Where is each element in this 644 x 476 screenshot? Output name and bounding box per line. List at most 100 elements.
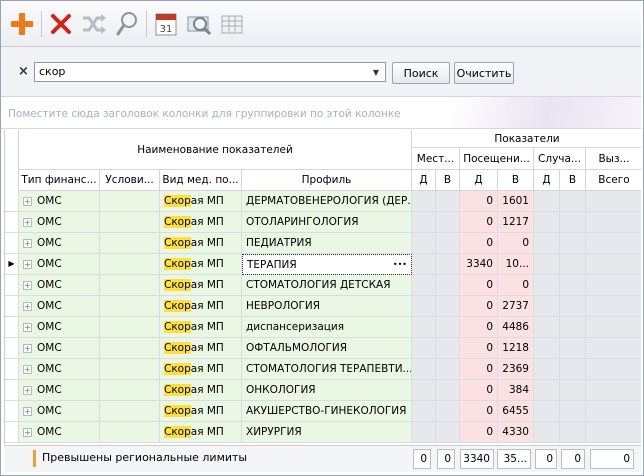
cell-value[interactable] <box>412 380 436 401</box>
add-button[interactable] <box>7 9 37 39</box>
cell-value[interactable]: 4486 <box>498 317 534 338</box>
cell-value[interactable] <box>534 359 560 380</box>
table-row[interactable]: + ОМС Скорая МП ОФТАЛЬМОЛОГИЯ 0 1218 <box>5 338 641 359</box>
row-indicator[interactable] <box>5 317 19 338</box>
expand-icon[interactable]: + <box>23 280 32 290</box>
cell-value[interactable] <box>560 254 586 275</box>
cell-value[interactable] <box>436 317 460 338</box>
sub-band-header[interactable]: Посещени... <box>460 148 534 170</box>
row-indicator[interactable] <box>5 212 19 233</box>
cell-fin-type[interactable]: + ОМС <box>19 296 100 317</box>
cell-value[interactable] <box>534 338 560 359</box>
sub-band-header[interactable]: Выз... <box>586 148 641 170</box>
cell-value[interactable]: 384 <box>498 380 534 401</box>
table-row[interactable]: + ОМС Скорая МП НЕВРОЛОГИЯ 0 2737 <box>5 296 641 317</box>
cell-fin-type[interactable]: + ОМС <box>19 422 100 443</box>
row-indicator[interactable] <box>5 275 19 296</box>
cell-value[interactable] <box>412 275 436 296</box>
table-row[interactable]: + ОМС Скорая МП ОНКОЛОГИЯ 0 384 <box>5 380 641 401</box>
cell-value[interactable] <box>586 296 641 317</box>
cell-value[interactable] <box>586 338 641 359</box>
cell-value[interactable] <box>534 422 560 443</box>
cell-value[interactable]: 3340 <box>460 254 498 275</box>
cell-value[interactable] <box>534 380 560 401</box>
cell-value[interactable] <box>436 191 460 212</box>
cell-care-type[interactable]: Скорая МП <box>160 254 242 275</box>
cell-value[interactable] <box>100 296 160 317</box>
cell-care-type[interactable]: Скорая МП <box>160 422 242 443</box>
cell-value[interactable] <box>412 422 436 443</box>
cell-fin-type[interactable]: + ОМС <box>19 359 100 380</box>
cell-value[interactable] <box>100 359 160 380</box>
cell-care-type[interactable]: Скорая МП <box>160 212 242 233</box>
ellipsis-button[interactable]: ••• <box>393 255 407 274</box>
row-indicator[interactable] <box>5 338 19 359</box>
column-header-care-type[interactable]: Вид мед. по... <box>160 170 242 191</box>
table-row[interactable]: + ОМС Скорая МП СТОМАТОЛОГИЯ ДЕТСКАЯ 0 0 <box>5 275 641 296</box>
cell-value[interactable] <box>412 401 436 422</box>
close-search-icon[interactable]: × <box>18 64 29 79</box>
cell-value[interactable] <box>586 275 641 296</box>
table-row[interactable]: + ОМС Скорая МП АКУШЕРСТВО-ГИНЕКОЛОГИЯ 0 6455 <box>5 401 641 422</box>
clear-button[interactable]: Очистить <box>454 62 514 84</box>
cell-value[interactable] <box>534 191 560 212</box>
cell-value[interactable] <box>586 233 641 254</box>
cell-value[interactable] <box>586 212 641 233</box>
cell-care-type[interactable]: Скорая МП <box>160 233 242 254</box>
row-indicator[interactable] <box>5 359 19 380</box>
cell-profile[interactable]: СТОМАТОЛОГИЯ ТЕРАПЕВТИ... <box>242 359 412 380</box>
cell-value[interactable]: 0 <box>460 422 498 443</box>
expand-icon[interactable]: + <box>23 217 32 227</box>
cell-value[interactable] <box>534 212 560 233</box>
cell-value[interactable] <box>560 401 586 422</box>
cell-value[interactable] <box>560 338 586 359</box>
cell-value[interactable] <box>586 191 641 212</box>
cell-value[interactable] <box>100 401 160 422</box>
cell-fin-type[interactable]: + ОМС <box>19 212 100 233</box>
cell-value[interactable] <box>436 212 460 233</box>
cell-value[interactable] <box>412 338 436 359</box>
cell-value[interactable]: 0 <box>460 212 498 233</box>
table-row[interactable]: + ОМС Скорая МП ДЕРМАТОВЕНЕРОЛОГИЯ (ДЕР... 0… <box>5 191 641 212</box>
cell-care-type[interactable]: Скорая МП <box>160 401 242 422</box>
cell-value[interactable] <box>560 296 586 317</box>
cell-value[interactable] <box>412 212 436 233</box>
cell-care-type[interactable]: Скорая МП <box>160 191 242 212</box>
cell-value[interactable] <box>586 359 641 380</box>
cell-value[interactable]: 0 <box>460 191 498 212</box>
table-row[interactable]: ▶ + ОМС Скорая МП ТЕРАПИЯ ••• 3340 10... <box>5 254 641 275</box>
cell-value[interactable]: 1217 <box>498 212 534 233</box>
cell-value[interactable] <box>436 275 460 296</box>
expand-icon[interactable]: + <box>23 364 32 374</box>
cell-value[interactable] <box>100 233 160 254</box>
chevron-down-icon[interactable]: ▼ <box>369 64 383 80</box>
row-indicator[interactable] <box>5 401 19 422</box>
table-row[interactable]: + ОМС Скорая МП ПЕДИАТРИЯ 0 0 <box>5 233 641 254</box>
cell-value[interactable] <box>412 359 436 380</box>
cell-value[interactable]: 0 <box>460 296 498 317</box>
cell-value[interactable] <box>560 212 586 233</box>
cell-value[interactable] <box>412 317 436 338</box>
row-indicator[interactable]: ▶ <box>5 254 19 275</box>
cell-profile[interactable]: ДЕРМАТОВЕНЕРОЛОГИЯ (ДЕР... <box>242 191 412 212</box>
cell-value[interactable] <box>534 296 560 317</box>
cell-value[interactable] <box>100 275 160 296</box>
cell-value[interactable] <box>586 317 641 338</box>
cell-fin-type[interactable]: + ОМС <box>19 275 100 296</box>
cell-profile[interactable]: ОТОЛАРИНГОЛОГИЯ <box>242 212 412 233</box>
sub-band-header[interactable]: Случа... <box>534 148 586 170</box>
cell-value[interactable] <box>100 380 160 401</box>
column-header-d[interactable]: Д <box>534 170 560 191</box>
expand-icon[interactable]: + <box>23 196 32 206</box>
cell-fin-type[interactable]: + ОМС <box>19 317 100 338</box>
cell-value[interactable] <box>100 212 160 233</box>
cell-value[interactable]: 0 <box>498 275 534 296</box>
cell-value[interactable] <box>436 233 460 254</box>
cell-value[interactable] <box>560 317 586 338</box>
table-button[interactable] <box>217 9 247 39</box>
cell-value[interactable] <box>436 380 460 401</box>
search-submit-button[interactable]: Поиск <box>392 62 450 84</box>
calendar-button[interactable]: 31 <box>151 9 181 39</box>
search-button[interactable] <box>112 9 142 39</box>
row-indicator[interactable] <box>5 191 19 212</box>
